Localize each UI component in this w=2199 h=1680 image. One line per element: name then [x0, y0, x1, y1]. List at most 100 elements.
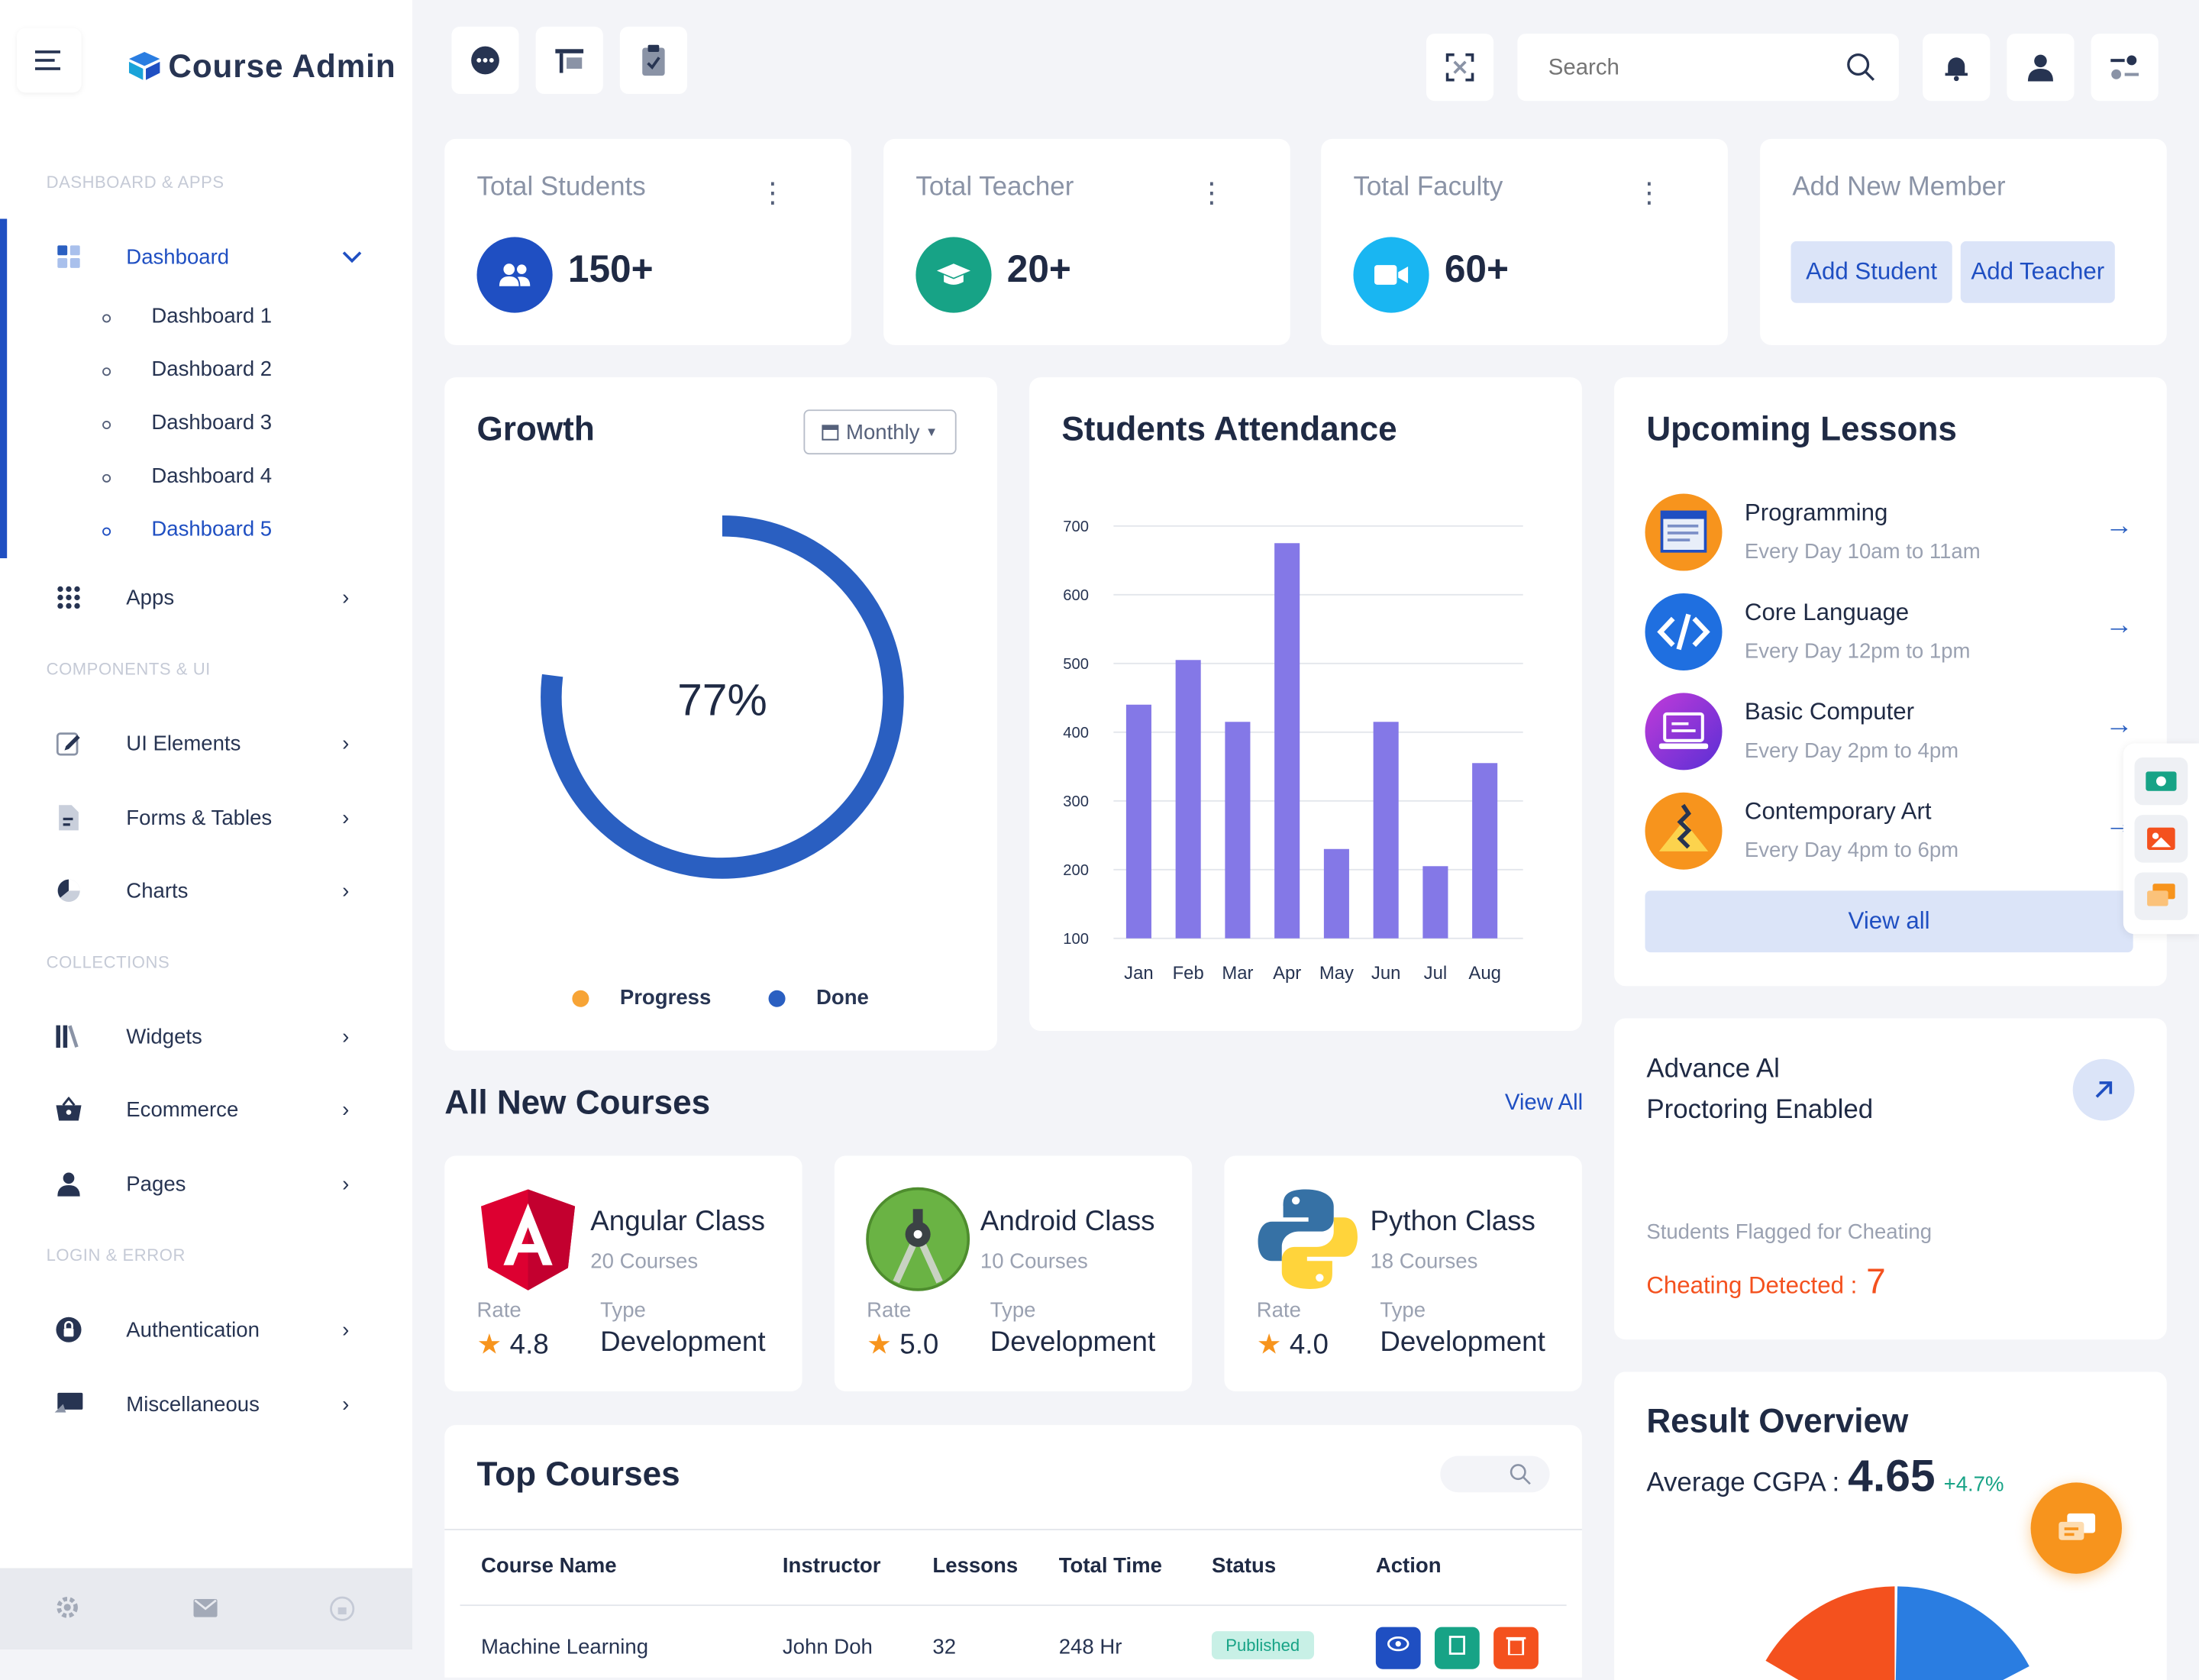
money-icon[interactable]: [2134, 757, 2188, 806]
table-search-input[interactable]: [1440, 1455, 1550, 1493]
cell-total-time: 248 Hr: [1058, 1635, 1122, 1659]
lesson-item[interactable]: Core Language Every Day 12pm to 1pm →: [1645, 593, 2136, 677]
period-label: Monthly: [846, 420, 920, 444]
courses-title: All New Courses: [444, 1084, 711, 1123]
image-icon[interactable]: [2134, 815, 2188, 863]
sidebar-subitem-dashboard-4[interactable]: Dashboard 4: [0, 457, 412, 499]
sidebar-item-pages[interactable]: Pages ›: [0, 1155, 412, 1211]
search-box[interactable]: [1517, 34, 1899, 102]
search-icon[interactable]: [1845, 52, 1876, 82]
more-vertical-icon[interactable]: ⋮: [1198, 176, 1226, 211]
brand-logo[interactable]: Course Admin: [126, 45, 396, 87]
column-header-total-time[interactable]: Total Time: [1059, 1554, 1162, 1578]
period-dropdown[interactable]: Monthly ▼: [803, 409, 957, 455]
bar-jan: [1125, 704, 1151, 939]
sidebar-subitem-dashboard-5[interactable]: Dashboard 5: [0, 511, 412, 553]
toggle-settings-icon: [2110, 55, 2139, 79]
cell-lessons: 32: [932, 1635, 957, 1659]
cgpa-row: Average CGPA : 4.65 +4.7%: [1646, 1450, 2004, 1502]
column-header-status[interactable]: Status: [1212, 1554, 1276, 1578]
stat-value: 150+: [567, 248, 654, 291]
arrow-right-icon[interactable]: →: [2105, 709, 2133, 741]
announcement-button[interactable]: [535, 26, 603, 95]
y-tick-label: 700: [1063, 519, 1089, 535]
course-card-angular[interactable]: Angular Class 20 Courses Rate Type ★ 4.8…: [444, 1155, 802, 1392]
courses-view-all-link[interactable]: View All: [1505, 1091, 1583, 1116]
stat-title: Total Students: [476, 172, 646, 202]
laptop-icon: [1645, 693, 1723, 771]
edit-action-button[interactable]: [1434, 1627, 1480, 1669]
chat-button[interactable]: [451, 26, 519, 95]
arrow-right-icon[interactable]: →: [2105, 610, 2133, 642]
tasks-button[interactable]: [619, 26, 687, 95]
lock-icon[interactable]: [330, 1596, 355, 1628]
more-vertical-icon[interactable]: ⋮: [759, 176, 787, 211]
sidebar-subitem-dashboard-2[interactable]: Dashboard 2: [0, 351, 412, 393]
course-card-python[interactable]: Python Class 18 Courses Rate Type ★ 4.0 …: [1224, 1155, 1582, 1392]
sidebar-item-widgets[interactable]: Widgets ›: [0, 1009, 412, 1065]
detected-label: Cheating Detected :: [1646, 1271, 1858, 1299]
trash-icon: [1506, 1636, 1526, 1656]
lesson-name: Core Language: [1744, 599, 1910, 626]
course-card-android[interactable]: Android Class 10 Courses Rate Type ★ 5.0…: [834, 1155, 1193, 1392]
profile-button[interactable]: [2007, 34, 2075, 102]
type-value: Development: [1380, 1326, 1545, 1358]
sidebar-item-ecommerce[interactable]: Ecommerce ›: [0, 1081, 412, 1137]
messages-icon[interactable]: [2134, 872, 2188, 920]
customizer-button[interactable]: [2091, 34, 2159, 102]
graduation-cap-icon: [915, 237, 992, 313]
sidebar-subitem-label: Dashboard 1: [151, 304, 273, 328]
sidebar-subitem-dashboard-1[interactable]: Dashboard 1: [0, 297, 412, 339]
legend-progress-label: Progress: [619, 986, 712, 1010]
delete-action-button[interactable]: [1493, 1627, 1539, 1669]
sidebar-item-authentication[interactable]: Authentication ›: [0, 1301, 412, 1357]
chevron-right-icon: ›: [342, 1391, 350, 1417]
column-header-course-name[interactable]: Course Name: [481, 1554, 617, 1578]
hamburger-icon: [34, 50, 60, 70]
open-proctoring-button[interactable]: [2072, 1058, 2135, 1121]
column-header-instructor[interactable]: Instructor: [783, 1554, 881, 1578]
x-tick-label: Jan: [1124, 963, 1153, 984]
view-action-button[interactable]: [1375, 1627, 1421, 1669]
chat-bubble-icon: [471, 46, 499, 75]
lesson-item[interactable]: Programming Every Day 10am to 11am →: [1645, 493, 2136, 578]
type-label: Type: [1380, 1298, 1426, 1323]
mail-icon[interactable]: [193, 1598, 218, 1624]
add-teacher-button[interactable]: Add Teacher: [1960, 241, 2115, 303]
section-collections: COLLECTIONS: [46, 952, 170, 972]
lesson-item[interactable]: Basic Computer Every Day 2pm to 4pm →: [1645, 693, 2136, 777]
column-header-lessons[interactable]: Lessons: [932, 1554, 1018, 1578]
sidebar-item-charts[interactable]: Charts ›: [0, 863, 412, 919]
sidebar-item-ui-elements[interactable]: UI Elements ›: [0, 716, 412, 771]
arrow-right-icon[interactable]: →: [2105, 511, 2133, 543]
chevron-right-icon: ›: [342, 585, 350, 610]
cgpa-change: +4.7%: [1943, 1472, 2004, 1497]
add-member-title: Add New Member: [1792, 172, 2006, 202]
bar-mar: [1225, 722, 1251, 939]
chat-fab-button[interactable]: [2030, 1482, 2122, 1574]
sidebar-item-miscellaneous[interactable]: Miscellaneous ›: [0, 1376, 412, 1432]
users-icon: [476, 237, 553, 313]
fullscreen-button[interactable]: [1426, 34, 1494, 102]
programming-icon: [1645, 493, 1723, 571]
document-icon: [53, 803, 84, 833]
result-title: Result Overview: [1646, 1402, 1909, 1441]
column-header-action[interactable]: Action: [1376, 1554, 1442, 1578]
sidebar-item-dashboard[interactable]: Dashboard: [0, 228, 412, 284]
sidebar-item-forms-tables[interactable]: Forms & Tables ›: [0, 790, 412, 845]
sidebar-item-apps[interactable]: Apps ›: [0, 570, 412, 625]
more-vertical-icon[interactable]: ⋮: [1636, 176, 1664, 211]
course-name: Android Class: [980, 1206, 1155, 1237]
lesson-item[interactable]: Contemporary Art Every Day 4pm to 6pm →: [1645, 792, 2136, 877]
search-input[interactable]: [1545, 50, 1832, 87]
menu-toggle-button[interactable]: [17, 27, 82, 93]
rate-number: 4.8: [509, 1329, 549, 1361]
y-tick-label: 500: [1063, 656, 1089, 673]
add-student-button[interactable]: Add Student: [1791, 241, 1952, 303]
view-all-lessons-button[interactable]: View all: [1645, 890, 2133, 953]
legend-done-label: Done: [815, 986, 869, 1010]
notifications-button[interactable]: [1923, 34, 1991, 102]
settings-icon[interactable]: [56, 1596, 78, 1626]
sidebar-subitem-dashboard-3[interactable]: Dashboard 3: [0, 404, 412, 446]
bar-feb: [1175, 660, 1201, 939]
